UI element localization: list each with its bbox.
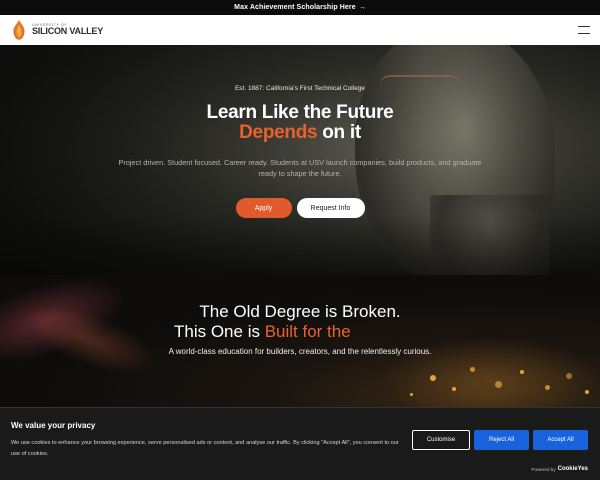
hero-eyebrow: Est. 1887: California's First Technical … — [234, 85, 366, 92]
powered-by-label: Powered by — [531, 466, 556, 472]
degree-description: A world-class education for builders, cr… — [168, 347, 432, 356]
university-logo[interactable]: UNIVERSITY OF SILICON VALLEY — [10, 19, 103, 41]
degree-headline-line2: This One is Built for the — [174, 322, 351, 342]
degree-section: The Old Degree is Broken. This One is Bu… — [0, 275, 600, 410]
degree-headline-line1: The Old Degree is Broken. — [199, 302, 401, 321]
hero-headline-line1: Learn Like the Future — [206, 102, 394, 123]
hero-description: Project driven. Student focused. Career … — [118, 158, 482, 178]
customise-button[interactable]: Customise — [412, 430, 470, 450]
flame-icon — [13, 20, 25, 40]
cookieyes-logo: CookieYes — [557, 466, 588, 472]
reject-all-button[interactable]: Reject All — [474, 430, 529, 450]
request-info-button[interactable]: Request Info — [296, 198, 365, 218]
degree-headline-accent: Built for the — [264, 322, 351, 341]
site-header: UNIVERSITY OF SILICON VALLEY — [0, 15, 600, 45]
cookie-consent-banner: We value your privacy We use cookies to … — [0, 407, 600, 480]
hamburger-menu-icon[interactable] — [578, 26, 590, 34]
announcement-text[interactable]: Max Achievement Scholarship Here — [234, 4, 356, 11]
logo-big-text: SILICON VALLEY — [32, 26, 104, 37]
hero-cta-group: Apply Request Info — [0, 198, 600, 218]
hero-section: Est. 1887: California's First Technical … — [0, 45, 600, 275]
cookie-title: We value your privacy — [11, 421, 96, 430]
apply-button[interactable]: Apply — [235, 198, 292, 218]
arrow-right-icon: → — [358, 4, 366, 11]
accept-all-button[interactable]: Accept All — [533, 430, 588, 450]
degree-headline-plain: This One is — [174, 322, 265, 341]
announcement-bar[interactable]: Max Achievement Scholarship Here → — [0, 0, 600, 15]
logo-wordmark: UNIVERSITY OF SILICON VALLEY — [32, 23, 104, 37]
hero-headline-accent: Depends — [239, 122, 318, 143]
cookie-text: We use cookies to enhance your browsing … — [11, 440, 399, 457]
hero-headline-line2: Depends on it — [0, 122, 600, 144]
hero-headline-rest: on it — [322, 122, 361, 143]
powered-by-cookieyes[interactable]: Powered by CookieYes — [531, 466, 588, 472]
